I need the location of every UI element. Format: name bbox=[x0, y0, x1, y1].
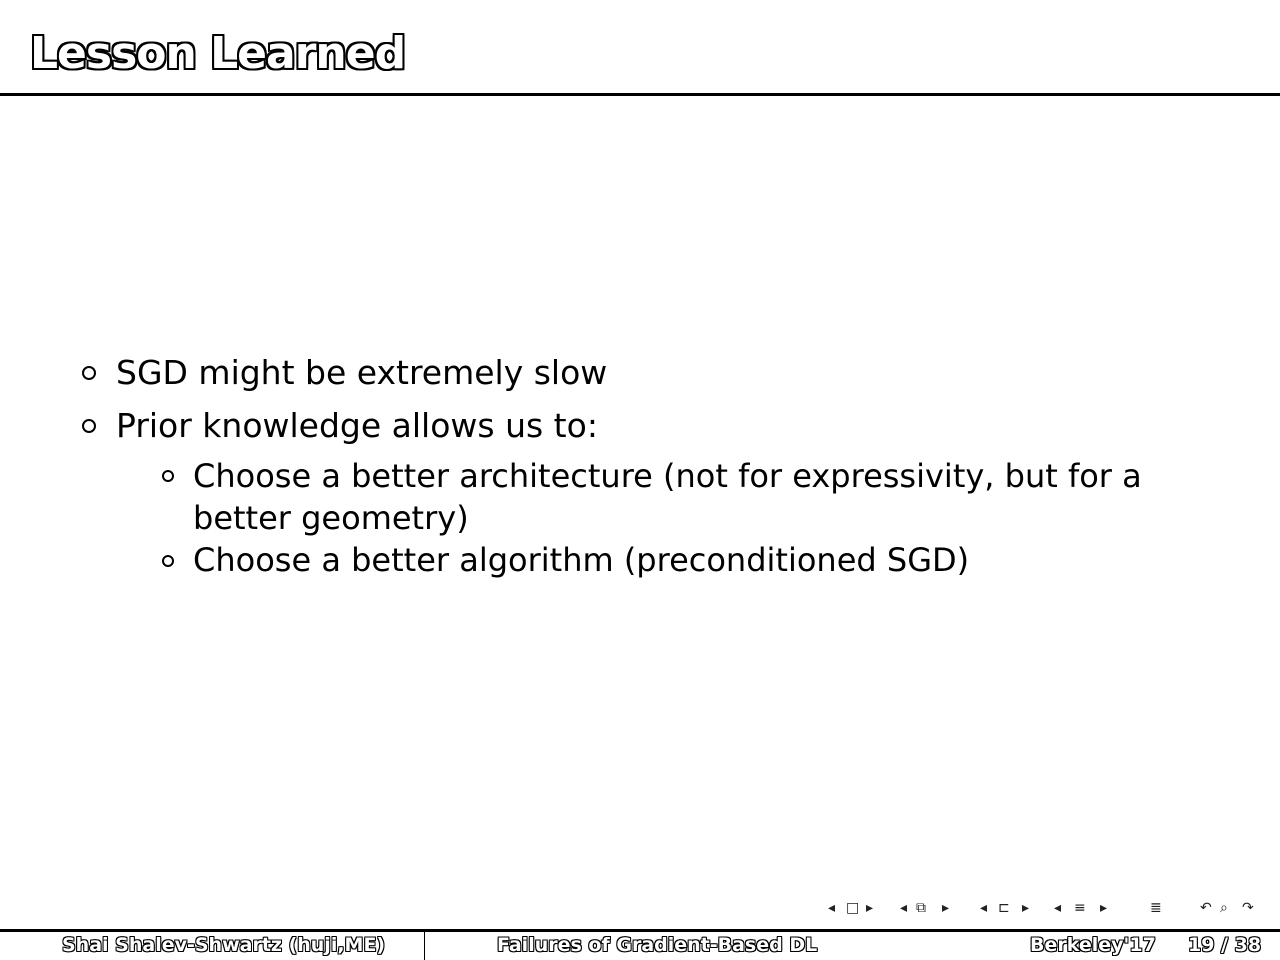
nav-redo-icon[interactable]: ↷ bbox=[1242, 900, 1254, 916]
footer: Shai Shalev-Shwartz (huji,ME) Failures o… bbox=[0, 932, 1280, 960]
nav-left-arrow-icon[interactable]: ◂ bbox=[828, 900, 835, 916]
sub-bullet-item: Choose a better algorithm (preconditione… bbox=[193, 541, 970, 579]
nav-right-arrow-icon[interactable]: ▸ bbox=[942, 900, 949, 916]
title-divider bbox=[0, 93, 1280, 96]
footer-author: Shai Shalev-Shwartz (huji,ME) bbox=[62, 934, 386, 956]
nav-right-arrow-icon[interactable]: ▸ bbox=[1100, 900, 1107, 916]
footer-venue: Berkeley'17 bbox=[1030, 934, 1156, 956]
bullet-marker-icon bbox=[82, 366, 96, 380]
nav-frame-icon[interactable]: □ bbox=[846, 900, 859, 916]
bullet-marker-icon bbox=[82, 419, 96, 433]
sub-bullet-marker-icon bbox=[162, 470, 174, 482]
navigation-bar: ◂ □ ▸ ◂ ⧉ ▸ ◂ ⊏ ▸ ◂ ≡ ▸ ≣ ↶ ⌕ ↷ bbox=[828, 898, 1273, 922]
nav-left-arrow-icon[interactable]: ◂ bbox=[1054, 900, 1061, 916]
bullet-item: Prior knowledge allows us to: bbox=[116, 406, 598, 445]
footer-page-number: 19 / 38 bbox=[1188, 934, 1262, 956]
footer-talk-title: Failures of Gradient-Based DL bbox=[497, 934, 818, 956]
sub-bullet-marker-icon bbox=[162, 555, 174, 567]
nav-outline-icon[interactable]: ≡ bbox=[1074, 900, 1086, 916]
bullet-item: SGD might be extremely slow bbox=[116, 353, 608, 392]
slide-title: Lesson Learned bbox=[30, 28, 406, 79]
nav-right-arrow-icon[interactable]: ▸ bbox=[866, 900, 873, 916]
nav-subsection-icon[interactable]: ⧉ bbox=[916, 900, 926, 916]
footer-separator bbox=[424, 932, 425, 960]
nav-search-icon[interactable]: ⌕ bbox=[1220, 900, 1228, 916]
sub-bullet-item: Choose a better architecture (not for ex… bbox=[193, 457, 1142, 537]
nav-section-icon[interactable]: ⊏ bbox=[998, 900, 1010, 916]
nav-right-arrow-icon[interactable]: ▸ bbox=[1022, 900, 1029, 916]
nav-undo-icon[interactable]: ↶ bbox=[1200, 900, 1212, 916]
nav-left-arrow-icon[interactable]: ◂ bbox=[980, 900, 987, 916]
nav-left-arrow-icon[interactable]: ◂ bbox=[900, 900, 907, 916]
nav-document-icon[interactable]: ≣ bbox=[1150, 900, 1162, 916]
